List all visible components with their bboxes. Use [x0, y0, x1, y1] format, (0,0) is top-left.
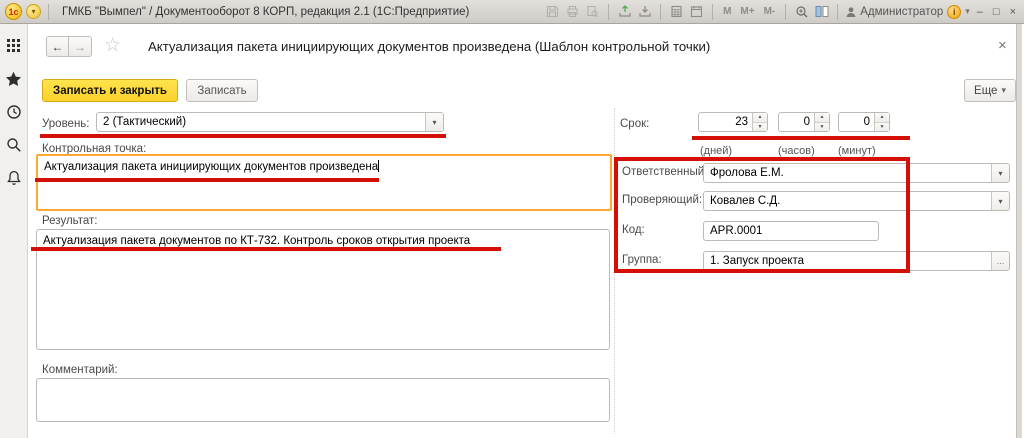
send-file-icon[interactable]: [617, 4, 632, 19]
reviewer-label: Проверяющий:: [622, 194, 703, 206]
spinner-buttons: ▲ ▼: [752, 113, 767, 131]
spin-up-icon[interactable]: ▲: [753, 113, 767, 123]
spin-down-icon[interactable]: ▼: [875, 122, 889, 131]
divider: [785, 3, 787, 20]
responsible-select[interactable]: Фролова Е.М. ▾: [703, 163, 1010, 183]
annotation-underline-term: [692, 136, 910, 140]
term-hours-unit-label: (часов): [778, 145, 815, 157]
save-icon[interactable]: [545, 4, 560, 19]
term-minutes-unit-label: (минут): [838, 145, 876, 157]
text-cursor: [378, 160, 380, 172]
divider: [48, 3, 49, 20]
form-window: ← → ☆ Актуализация пакета инициирующих д…: [28, 24, 1024, 438]
notifications-bell-icon[interactable]: [5, 169, 22, 186]
term-days-unit-label: (дней): [700, 145, 733, 157]
print-icon[interactable]: [565, 4, 580, 19]
reviewer-select[interactable]: Ковалев С.Д. ▾: [703, 191, 1010, 211]
code-value: APR.0001: [710, 225, 763, 237]
group-value: 1. Запуск проекта: [710, 255, 805, 267]
titlebar: 1с ▾ ГМКБ "Вымпел" / Документооборот 8 К…: [0, 0, 1024, 24]
term-hours-value: 0: [803, 116, 810, 128]
close-window-button[interactable]: ×: [1007, 6, 1019, 18]
spin-up-icon[interactable]: ▲: [875, 113, 889, 123]
chevron-down-icon: ▾: [1001, 85, 1006, 95]
more-button[interactable]: Еще ▾: [964, 79, 1016, 102]
divider: [712, 3, 714, 20]
level-dropdown-icon[interactable]: ▾: [425, 113, 443, 131]
memory-m-minus-button[interactable]: M-: [762, 6, 778, 17]
current-user[interactable]: Администратор: [845, 6, 943, 18]
user-icon: [846, 6, 856, 17]
term-days-stepper[interactable]: 23 ▲ ▼: [698, 112, 768, 132]
left-sidebar: [0, 24, 28, 438]
comment-input[interactable]: [36, 378, 610, 422]
more-button-label: Еще: [974, 84, 998, 97]
result-input[interactable]: Актуализация пакета документов по КТ-732…: [36, 229, 610, 350]
comment-label: Комментарий:: [42, 364, 118, 376]
spin-up-icon[interactable]: ▲: [815, 113, 829, 123]
divider: [608, 3, 610, 20]
save-and-close-button[interactable]: Записать и закрыть: [42, 79, 178, 102]
term-minutes-value: 0: [863, 116, 870, 128]
divider: [837, 3, 839, 20]
spin-down-icon[interactable]: ▼: [815, 122, 829, 131]
window-right-edge: [1016, 24, 1022, 438]
app-title: ГМКБ "Вымпел" / Документооборот 8 КОРП, …: [62, 5, 470, 18]
term-label: Срок:: [620, 118, 650, 130]
control-point-value: Актуализация пакета инициирующих докумен…: [44, 161, 379, 173]
page-title: Актуализация пакета инициирующих докумен…: [148, 39, 711, 54]
nav-buttons: ← →: [46, 36, 92, 57]
responsible-value: Фролова Е.М.: [710, 167, 784, 179]
level-value: 2 (Тактический): [103, 116, 187, 128]
term-minutes-stepper[interactable]: 0 ▲ ▼: [838, 112, 890, 132]
spinner-buttons: ▲ ▼: [874, 113, 889, 131]
history-icon[interactable]: [5, 103, 22, 120]
term-days-value: 23: [735, 116, 748, 128]
level-label: Уровень:: [42, 118, 90, 130]
memory-m-button[interactable]: M: [721, 6, 733, 17]
save-button[interactable]: Записать: [186, 79, 258, 102]
split-window-icon[interactable]: [814, 4, 829, 19]
reviewer-value: Ковалев С.Д.: [710, 195, 781, 207]
divider: [660, 3, 662, 20]
maximize-button[interactable]: □: [990, 6, 1003, 18]
close-form-button[interactable]: ×: [998, 37, 1007, 54]
reviewer-dropdown-icon[interactable]: ▾: [991, 192, 1009, 210]
calendar-icon[interactable]: [689, 4, 704, 19]
tools-menu-icon[interactable]: [5, 37, 22, 54]
annotation-underline-level: [40, 134, 446, 138]
favorite-star-icon[interactable]: ☆: [104, 34, 121, 57]
main-menu-button[interactable]: ▾: [26, 4, 41, 19]
term-hours-stepper[interactable]: 0 ▲ ▼: [778, 112, 830, 132]
search-icon[interactable]: [5, 136, 22, 153]
code-label: Код:: [622, 224, 645, 236]
group-select[interactable]: 1. Запуск проекта …: [703, 251, 1010, 271]
info-button[interactable]: i: [947, 4, 962, 19]
responsible-label: Ответственный:: [622, 166, 708, 178]
responsible-dropdown-icon[interactable]: ▾: [991, 164, 1009, 182]
1c-logo-icon[interactable]: 1с: [5, 3, 22, 20]
titlebar-tools: M M+ M-: [545, 3, 841, 20]
favorites-icon[interactable]: [5, 70, 22, 87]
receive-file-icon[interactable]: [637, 4, 652, 19]
forward-button[interactable]: →: [69, 36, 92, 57]
result-label: Результат:: [42, 215, 98, 227]
code-input[interactable]: APR.0001: [703, 221, 879, 241]
back-button[interactable]: ←: [46, 36, 69, 57]
calculator-icon[interactable]: [669, 4, 684, 19]
minimize-button[interactable]: –: [974, 6, 986, 18]
column-separator: [614, 108, 615, 434]
group-label: Группа:: [622, 254, 662, 266]
info-caret-icon[interactable]: ▾: [965, 6, 970, 17]
spin-down-icon[interactable]: ▼: [753, 122, 767, 131]
result-value: Актуализация пакета документов по КТ-732…: [43, 235, 471, 247]
control-point-input[interactable]: Актуализация пакета инициирующих докумен…: [36, 154, 612, 211]
user-name-label: Администратор: [860, 5, 944, 18]
level-select[interactable]: 2 (Тактический) ▾: [96, 112, 444, 132]
preview-icon[interactable]: [585, 4, 600, 19]
memory-m-plus-button[interactable]: M+: [738, 6, 756, 17]
zoom-icon[interactable]: [794, 4, 809, 19]
group-ellipsis-button[interactable]: …: [991, 252, 1009, 270]
spinner-buttons: ▲ ▼: [814, 113, 829, 131]
